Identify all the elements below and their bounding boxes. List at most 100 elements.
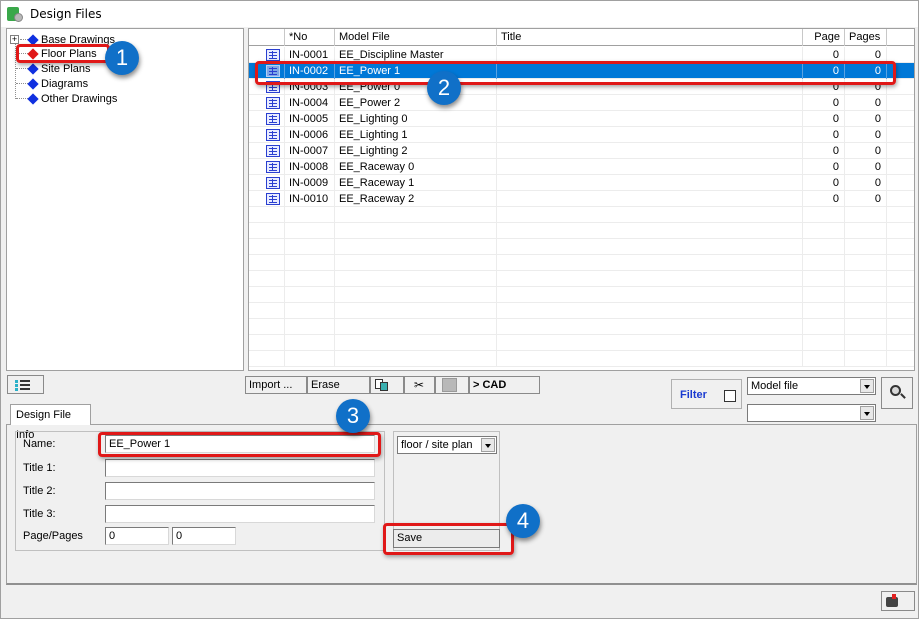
empty-cell xyxy=(803,303,845,319)
col-header-title[interactable]: Title xyxy=(497,29,803,46)
list-view-button[interactable] xyxy=(7,375,44,394)
empty-cell xyxy=(887,111,914,127)
window-title: Design Files xyxy=(30,7,102,21)
empty-cell xyxy=(497,207,803,223)
cell-title xyxy=(497,175,803,191)
table-row[interactable]: IN-0010 EE_Raceway 2 00 xyxy=(249,191,914,207)
table-row[interactable]: IN-0009 EE_Raceway 1 00 xyxy=(249,175,914,191)
design-file-icon xyxy=(266,193,280,205)
row-icon-cell xyxy=(249,63,285,79)
tree-item-floor-plans[interactable]: Floor Plans xyxy=(27,46,97,61)
import-button[interactable]: Import ... xyxy=(245,376,307,394)
empty-cell xyxy=(887,143,914,159)
filter-value-select[interactable] xyxy=(747,404,876,422)
cell-no: IN-0010 xyxy=(285,191,335,207)
erase-button[interactable]: Erase xyxy=(307,376,370,394)
cell-pages: 0 xyxy=(845,79,887,95)
empty-cell xyxy=(887,239,914,255)
design-file-icon xyxy=(266,177,280,189)
cell-pages: 0 xyxy=(845,191,887,207)
empty-cell xyxy=(285,271,335,287)
empty-row xyxy=(249,287,914,303)
table-row[interactable]: IN-0005 EE_Lighting 0 00 xyxy=(249,111,914,127)
table-row[interactable]: IN-0002 EE_Power 1 00 xyxy=(249,63,914,79)
save-button[interactable]: Save xyxy=(393,529,500,548)
cell-page: 0 xyxy=(803,175,845,191)
cell-no: IN-0007 xyxy=(285,143,335,159)
title1-input[interactable] xyxy=(105,459,375,477)
drawing-type-select[interactable]: floor / site plan xyxy=(397,436,497,454)
table-row[interactable]: IN-0007 EE_Lighting 2 00 xyxy=(249,143,914,159)
col-header-page[interactable]: Page xyxy=(803,29,845,46)
expand-icon[interactable]: + xyxy=(10,35,19,44)
empty-cell xyxy=(803,223,845,239)
empty-cell xyxy=(887,335,914,351)
cell-model-file: EE_Lighting 0 xyxy=(335,111,497,127)
table-row[interactable]: IN-0004 EE_Power 2 00 xyxy=(249,95,914,111)
tree-item-other-drawings[interactable]: Other Drawings xyxy=(27,91,117,106)
design-file-icon xyxy=(266,161,280,173)
design-files-grid[interactable]: *No Model File Title Page Pages IN-0001 E… xyxy=(248,28,915,371)
grid-header: *No Model File Title Page Pages xyxy=(249,29,914,46)
diamond-icon xyxy=(27,33,39,46)
chevron-down-icon[interactable] xyxy=(481,438,495,452)
filter-group: Filter xyxy=(671,379,742,409)
empty-cell xyxy=(887,351,914,367)
cell-page: 0 xyxy=(803,63,845,79)
col-header-pages[interactable]: Pages xyxy=(845,29,887,46)
cell-model-file: EE_Raceway 0 xyxy=(335,159,497,175)
search-button[interactable] xyxy=(881,377,913,409)
tab-design-file-info[interactable]: Design File Info xyxy=(10,404,91,441)
cell-page: 0 xyxy=(803,159,845,175)
cut-button[interactable]: ✂ xyxy=(404,376,435,394)
table-row[interactable]: IN-0001 EE_Discipline Master 0 0 xyxy=(249,47,914,63)
tree-item-site-plans[interactable]: Site Plans xyxy=(27,61,91,76)
page-pages-label: Page/Pages xyxy=(23,530,83,542)
cell-title xyxy=(497,79,803,95)
category-tree[interactable]: + Base Drawings Floor Plans Site Plans D… xyxy=(6,28,244,371)
callout-badge-3: 3 xyxy=(336,399,370,433)
cell-pages: 0 xyxy=(845,159,887,175)
empty-cell xyxy=(285,287,335,303)
empty-cell xyxy=(335,303,497,319)
empty-cell xyxy=(845,255,887,271)
chevron-down-icon[interactable] xyxy=(860,406,874,420)
empty-cell xyxy=(497,287,803,303)
filter-field-select[interactable]: Model file xyxy=(747,377,876,395)
col-header-no[interactable]: *No xyxy=(285,29,335,46)
cell-pages: 0 xyxy=(845,111,887,127)
empty-cell xyxy=(887,47,914,63)
empty-cell xyxy=(497,255,803,271)
row-icon-cell xyxy=(249,319,285,335)
title1-label: Title 1: xyxy=(23,462,56,474)
tree-item-base-drawings[interactable]: Base Drawings xyxy=(27,32,115,47)
pages-input[interactable]: 0 xyxy=(172,527,236,545)
empty-cell xyxy=(803,335,845,351)
col-header-icon[interactable] xyxy=(249,29,285,46)
copy-button[interactable] xyxy=(370,376,404,394)
empty-cell xyxy=(887,223,914,239)
title2-input[interactable] xyxy=(105,482,375,500)
close-folder-button[interactable] xyxy=(881,591,915,611)
table-row[interactable]: IN-0008 EE_Raceway 0 00 xyxy=(249,159,914,175)
empty-cell xyxy=(887,79,914,95)
empty-cell xyxy=(887,127,914,143)
empty-cell xyxy=(845,303,887,319)
table-row[interactable]: IN-0006 EE_Lighting 1 00 xyxy=(249,127,914,143)
paste-button[interactable] xyxy=(435,376,469,394)
table-row[interactable]: IN-0003 EE_Power 0 00 xyxy=(249,79,914,95)
title3-input[interactable] xyxy=(105,505,375,523)
page-input[interactable]: 0 xyxy=(105,527,169,545)
empty-cell xyxy=(335,351,497,367)
empty-cell xyxy=(497,271,803,287)
send-to-cad-button[interactable]: > CAD xyxy=(469,376,540,394)
col-header-model-file[interactable]: Model File xyxy=(335,29,497,46)
empty-cell xyxy=(803,255,845,271)
chevron-down-icon[interactable] xyxy=(860,379,874,393)
row-icon-cell xyxy=(249,159,285,175)
title3-label: Title 3: xyxy=(23,508,56,520)
tree-item-diagrams[interactable]: Diagrams xyxy=(27,76,88,91)
cell-page: 0 xyxy=(803,111,845,127)
name-input[interactable]: EE_Power 1 xyxy=(105,435,375,453)
filter-checkbox[interactable] xyxy=(724,390,736,402)
